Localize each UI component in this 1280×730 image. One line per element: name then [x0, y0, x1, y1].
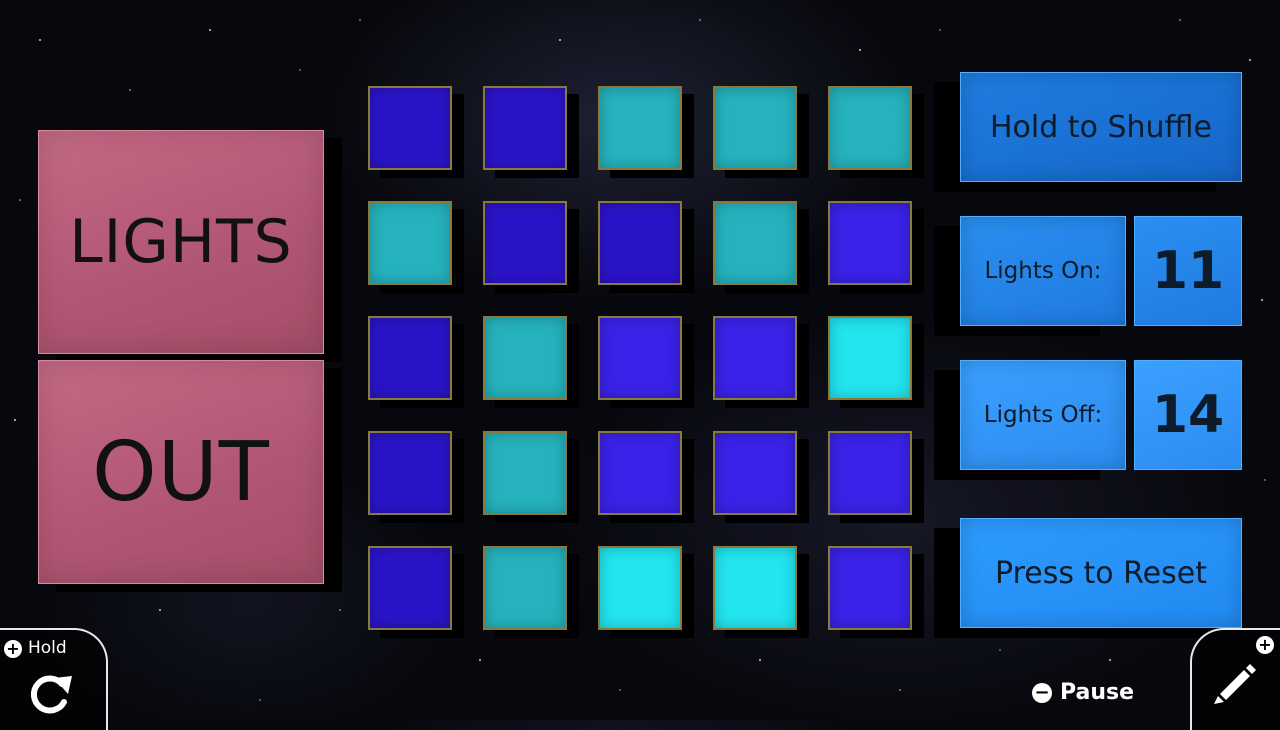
- light-cell-r1-c2[interactable]: [483, 86, 567, 170]
- lights-on-label-box: Lights On:: [960, 216, 1126, 326]
- rotate-icon: [30, 675, 72, 714]
- light-cell-r2-c3[interactable]: [598, 201, 682, 285]
- light-cell-r3-c5[interactable]: [828, 316, 912, 400]
- edit-button[interactable]: +: [1190, 628, 1280, 730]
- title-lights-block: LIGHTS: [38, 130, 324, 354]
- hold-rotate-button[interactable]: + Hold: [0, 628, 108, 730]
- light-cell-r2-c5[interactable]: [828, 201, 912, 285]
- lights-on-count: 11: [1151, 241, 1225, 301]
- pencil-icon: [1214, 664, 1256, 704]
- light-cell-r5-c3[interactable]: [598, 546, 682, 630]
- light-cell-r3-c4[interactable]: [713, 316, 797, 400]
- reset-label: Press to Reset: [995, 555, 1207, 591]
- light-cell-r3-c2[interactable]: [483, 316, 567, 400]
- light-cell-r1-c3[interactable]: [598, 86, 682, 170]
- minus-icon: −: [1032, 682, 1052, 703]
- light-cell-r4-c4[interactable]: [713, 431, 797, 515]
- lights-off-label-box: Lights Off:: [960, 360, 1126, 470]
- shuffle-label: Hold to Shuffle: [989, 109, 1212, 145]
- light-cell-r2-c4[interactable]: [713, 201, 797, 285]
- shuffle-button[interactable]: Hold to Shuffle: [960, 72, 1242, 182]
- pause-label: Pause: [1060, 680, 1135, 705]
- light-cell-r5-c1[interactable]: [368, 546, 452, 630]
- light-cell-r1-c5[interactable]: [828, 86, 912, 170]
- light-cell-r3-c3[interactable]: [598, 316, 682, 400]
- light-cell-r5-c4[interactable]: [713, 546, 797, 630]
- title-line-1: LIGHTS: [69, 207, 293, 277]
- plus-icon: +: [4, 640, 22, 658]
- light-cell-r3-c1[interactable]: [368, 316, 452, 400]
- hold-label: Hold: [28, 638, 67, 658]
- light-cell-r2-c2[interactable]: [483, 201, 567, 285]
- light-cell-r5-c2[interactable]: [483, 546, 567, 630]
- lights-off-label: Lights Off:: [983, 402, 1103, 428]
- light-cell-r4-c2[interactable]: [483, 431, 567, 515]
- plus-icon: +: [1256, 636, 1274, 654]
- light-cell-r4-c1[interactable]: [368, 431, 452, 515]
- light-cell-r4-c3[interactable]: [598, 431, 682, 515]
- light-cell-r1-c4[interactable]: [713, 86, 797, 170]
- lights-on-count-box: 11: [1134, 216, 1242, 326]
- light-cell-r1-c1[interactable]: [368, 86, 452, 170]
- light-cell-r5-c5[interactable]: [828, 546, 912, 630]
- reset-button[interactable]: Press to Reset: [960, 518, 1242, 628]
- lights-off-count: 14: [1151, 385, 1225, 445]
- lights-on-label: Lights On:: [984, 258, 1102, 284]
- title-line-2: OUT: [92, 424, 270, 520]
- light-cell-r4-c5[interactable]: [828, 431, 912, 515]
- lights-off-count-box: 14: [1134, 360, 1242, 470]
- title-out-block: OUT: [38, 360, 324, 584]
- pause-button[interactable]: − Pause: [1032, 680, 1134, 705]
- light-cell-r2-c1[interactable]: [368, 201, 452, 285]
